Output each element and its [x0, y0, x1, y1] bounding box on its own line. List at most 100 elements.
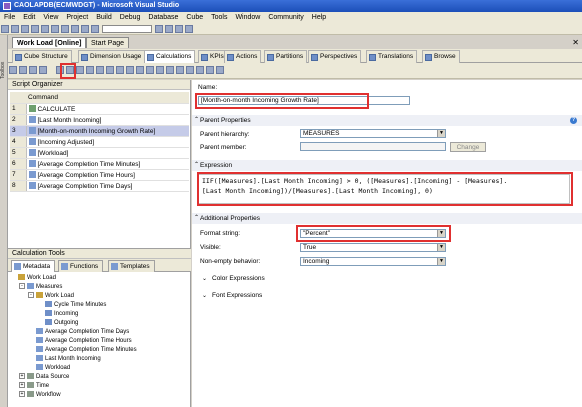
- collapse-icon[interactable]: -: [28, 292, 34, 299]
- tab-partitions[interactable]: Partitions: [264, 50, 308, 63]
- table-row[interactable]: 6 [Average Completion Time Minutes]: [10, 158, 189, 170]
- font-color-icon[interactable]: [136, 66, 144, 74]
- tree-node[interactable]: Incoming: [10, 310, 191, 319]
- save-all-icon[interactable]: [31, 25, 39, 33]
- tab-metadata[interactable]: Metadata: [11, 260, 56, 272]
- table-row[interactable]: 7 [Average Completion Time Hours]: [10, 169, 189, 181]
- new-calculated-member-icon[interactable]: [29, 66, 37, 74]
- tree-node[interactable]: Outgoing: [10, 319, 191, 328]
- menu-edit[interactable]: Edit: [19, 12, 39, 23]
- delete-icon[interactable]: [76, 66, 84, 74]
- tab-calculations[interactable]: Calculations: [144, 50, 196, 63]
- menu-tools[interactable]: Tools: [207, 12, 231, 23]
- collapse-icon[interactable]: -: [19, 283, 25, 290]
- cut-icon[interactable]: [41, 25, 49, 33]
- menu-community[interactable]: Community: [264, 12, 307, 23]
- filter-icon[interactable]: [156, 66, 164, 74]
- table-row[interactable]: 1 CALCULATE: [10, 103, 189, 115]
- table-row[interactable]: 3 [Month-on-month Incoming Growth Rate]: [10, 125, 189, 137]
- tree-node[interactable]: Last Month Incoming: [10, 355, 191, 364]
- tab-translations[interactable]: Translations: [366, 50, 418, 63]
- tab-dimension-usage[interactable]: Dimension Usage: [78, 50, 146, 63]
- parent-properties-section[interactable]: ⌃ Parent Properties: [192, 115, 582, 126]
- tab-start-page[interactable]: Start Page: [86, 37, 130, 48]
- close-document-icon[interactable]: ✕: [572, 38, 579, 47]
- menu-cube[interactable]: Cube: [182, 12, 207, 23]
- alignment-icon[interactable]: [196, 66, 204, 74]
- breakpoint-icon[interactable]: [216, 66, 224, 74]
- undo-icon[interactable]: [71, 25, 79, 33]
- chevron-down-icon[interactable]: ▼: [437, 258, 445, 265]
- color-expressions-expander[interactable]: ⌄ Color Expressions: [202, 275, 265, 282]
- menu-window[interactable]: Window: [231, 12, 264, 23]
- tree-node[interactable]: Average Completion Time Hours: [10, 337, 191, 346]
- solution-explorer-icon[interactable]: [165, 25, 173, 33]
- debug-icon[interactable]: [206, 66, 214, 74]
- expand-icon[interactable]: +: [19, 391, 25, 398]
- expand-icon[interactable]: +: [19, 382, 25, 389]
- tab-browse[interactable]: Browse: [422, 50, 460, 63]
- background-color-icon[interactable]: [146, 66, 154, 74]
- move-down-icon[interactable]: [96, 66, 104, 74]
- reconnect-icon[interactable]: [19, 66, 27, 74]
- command-cell[interactable]: [Average Completion Time Minutes]: [26, 158, 189, 170]
- bold-icon[interactable]: [166, 66, 174, 74]
- tree-node[interactable]: - Work Load: [10, 292, 191, 301]
- script-view-icon[interactable]: [116, 66, 124, 74]
- font-expressions-expander[interactable]: ⌄ Font Expressions: [202, 292, 262, 299]
- command-cell[interactable]: [Workload]: [26, 147, 189, 159]
- menu-debug[interactable]: Debug: [116, 12, 145, 23]
- menu-file[interactable]: File: [0, 12, 19, 23]
- tab-perspectives[interactable]: Perspectives: [308, 50, 362, 63]
- menu-view[interactable]: View: [39, 12, 62, 23]
- tree-node[interactable]: Workload: [10, 364, 191, 373]
- toolbox-icon[interactable]: [185, 25, 193, 33]
- tree-node[interactable]: Cycle Time Minutes: [10, 301, 191, 310]
- form-view-icon[interactable]: [106, 66, 114, 74]
- tab-templates[interactable]: Templates: [108, 260, 155, 272]
- command-cell[interactable]: [Average Completion Time Hours]: [26, 169, 189, 181]
- chevron-down-icon[interactable]: ▼: [437, 130, 445, 137]
- toolbox-gutter[interactable]: Toolbox: [0, 35, 8, 407]
- tab-actions[interactable]: Actions: [224, 50, 262, 63]
- configuration-combo[interactable]: [102, 25, 152, 33]
- menu-database[interactable]: Database: [144, 12, 182, 23]
- expand-icon[interactable]: +: [19, 373, 25, 380]
- expression-section[interactable]: ⌃ Expression: [192, 160, 582, 171]
- table-row[interactable]: 5 [Workload]: [10, 147, 189, 159]
- parent-hierarchy-select[interactable]: MEASURES ▼: [300, 129, 446, 138]
- move-up-icon[interactable]: [86, 66, 94, 74]
- underline-icon[interactable]: [186, 66, 194, 74]
- parent-member-input[interactable]: [300, 142, 446, 151]
- non-empty-behavior-select[interactable]: Incoming ▼: [300, 257, 446, 266]
- additional-properties-section[interactable]: ⌃ Additional Properties: [192, 213, 582, 224]
- tree-node[interactable]: Average Completion Time Minutes: [10, 346, 191, 355]
- command-cell[interactable]: [Incoming Adjusted]: [26, 136, 189, 148]
- italic-icon[interactable]: [176, 66, 184, 74]
- tree-node[interactable]: Work Load: [10, 274, 191, 283]
- table-row[interactable]: 4 [Incoming Adjusted]: [10, 136, 189, 148]
- visible-select[interactable]: True ▼: [300, 243, 446, 252]
- redo-icon[interactable]: [81, 25, 89, 33]
- new-named-set-icon[interactable]: [39, 66, 47, 74]
- tab-cube-structure[interactable]: Cube Structure: [12, 50, 72, 63]
- table-row[interactable]: 2 [Last Month Incoming]: [10, 114, 189, 126]
- check-syntax-icon[interactable]: [126, 66, 134, 74]
- add-item-icon[interactable]: [11, 25, 19, 33]
- command-cell[interactable]: [Last Month Incoming]: [26, 114, 189, 126]
- find-icon[interactable]: [155, 25, 163, 33]
- save-icon[interactable]: [21, 25, 29, 33]
- help-icon[interactable]: ?: [570, 117, 577, 124]
- command-cell[interactable]: [Month-on-month Incoming Growth Rate]: [26, 125, 189, 137]
- start-icon[interactable]: [91, 25, 99, 33]
- tree-node[interactable]: + Time: [10, 382, 191, 391]
- menu-build[interactable]: Build: [92, 12, 116, 23]
- process-icon[interactable]: [9, 66, 17, 74]
- command-cell[interactable]: [Average Completion Time Days]: [26, 180, 189, 192]
- tree-node[interactable]: + Data Source: [10, 373, 191, 382]
- copy-icon[interactable]: [51, 25, 59, 33]
- table-row[interactable]: 8 [Average Completion Time Days]: [10, 180, 189, 192]
- tab-functions[interactable]: Functions: [58, 260, 104, 272]
- new-project-icon[interactable]: [1, 25, 9, 33]
- chevron-down-icon[interactable]: ▼: [437, 244, 445, 251]
